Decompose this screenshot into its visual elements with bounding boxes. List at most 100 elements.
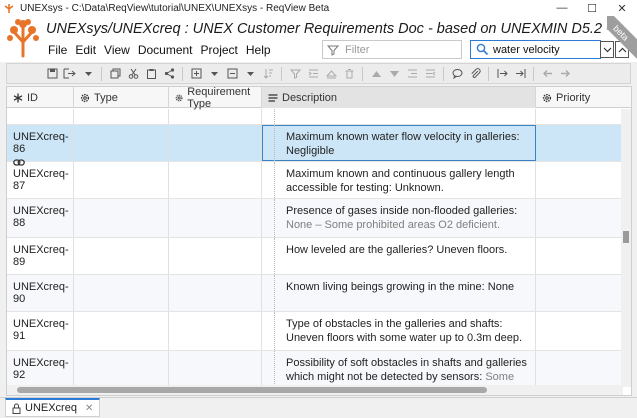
- cell-requirement-type[interactable]: [169, 199, 262, 237]
- table-row[interactable]: UNEXcreq-87 Maximum known and continuous…: [7, 162, 623, 199]
- toolbar-divider: [488, 66, 489, 81]
- cell-id[interactable]: UNEXcreq-90: [7, 275, 74, 311]
- indent-right-icon[interactable]: [421, 66, 439, 82]
- remove-icon[interactable]: [223, 66, 241, 82]
- column-header-row: ID Type Requirement Type Description Pri…: [7, 87, 631, 110]
- cell-type[interactable]: [74, 125, 169, 161]
- move-down-icon[interactable]: [385, 66, 403, 82]
- toolbar-divider: [362, 66, 363, 81]
- back-icon[interactable]: [538, 66, 556, 82]
- attach-icon[interactable]: [466, 66, 484, 82]
- cell-id[interactable]: UNEXcreq-91: [7, 312, 74, 350]
- column-header-priority[interactable]: Priority: [536, 87, 631, 108]
- search-icon: [476, 43, 489, 56]
- maximize-button[interactable]: ☐: [577, 0, 607, 16]
- cell-description[interactable]: How leveled are the galleries? Uneven fl…: [262, 238, 536, 274]
- forward-icon[interactable]: [556, 66, 574, 82]
- cell-priority[interactable]: [536, 162, 623, 198]
- tab-close-button[interactable]: ✕: [85, 403, 93, 414]
- cell-type[interactable]: [74, 275, 169, 311]
- cell-id[interactable]: UNEXcreq-86: [7, 125, 74, 166]
- delete-icon[interactable]: [340, 66, 358, 82]
- table-row[interactable]: UNEXcreq-91 Type of obstacles in the gal…: [7, 312, 623, 351]
- search-input[interactable]: water velocity: [470, 40, 601, 59]
- description-text: Presence of gases inside non-flooded gal…: [286, 205, 518, 217]
- cell-description[interactable]: Known living beings growing in the mine:…: [262, 275, 536, 311]
- row-id: UNEXcreq-91: [13, 318, 69, 342]
- table-row[interactable]: UNEXcreq-90 Known living beings growing …: [7, 275, 623, 312]
- row-id: UNEXcreq-89: [13, 244, 69, 268]
- cell-priority[interactable]: [536, 312, 623, 350]
- go-to-end-icon[interactable]: [511, 66, 529, 82]
- copy-icon[interactable]: [106, 66, 124, 82]
- cell-requirement-type[interactable]: [169, 238, 262, 274]
- column-header-type[interactable]: Type: [74, 87, 169, 108]
- cell-priority[interactable]: [536, 125, 623, 161]
- tab-unexcreq[interactable]: UNEXcreq ✕: [5, 398, 101, 417]
- table-row[interactable]: UNEXcreq-89 How leveled are the gallerie…: [7, 238, 623, 275]
- add-menu-icon[interactable]: [205, 66, 223, 82]
- cell-type[interactable]: [74, 199, 169, 237]
- cell-description[interactable]: Type of obstacles in the galleries and s…: [262, 312, 536, 350]
- horizontal-scroll-thumb[interactable]: [17, 387, 487, 393]
- description-text: Maximum known and continuous gallery len…: [286, 168, 515, 194]
- cut-icon[interactable]: [124, 66, 142, 82]
- column-header-id[interactable]: ID: [7, 87, 74, 108]
- cell-requirement-type[interactable]: [169, 162, 262, 198]
- menu-project[interactable]: Project: [197, 43, 242, 57]
- move-up-icon[interactable]: [367, 66, 385, 82]
- menu-view[interactable]: View: [100, 43, 134, 57]
- follow-link-icon[interactable]: [493, 66, 511, 82]
- share-icon[interactable]: [160, 66, 178, 82]
- menu-edit[interactable]: Edit: [71, 43, 100, 57]
- add-object-icon[interactable]: [187, 66, 205, 82]
- menu-document[interactable]: Document: [134, 43, 197, 57]
- sort-icon[interactable]: [259, 66, 277, 82]
- archive-icon[interactable]: [322, 66, 340, 82]
- filter-input[interactable]: Filter: [322, 40, 462, 59]
- remove-menu-icon[interactable]: [241, 66, 259, 82]
- minimize-button[interactable]: —: [547, 0, 577, 16]
- export-menu-icon[interactable]: [79, 66, 97, 82]
- cell-description[interactable]: Presence of gases inside non-flooded gal…: [262, 199, 536, 237]
- horizontal-scrollbar[interactable]: [7, 385, 623, 395]
- description-text: Known living beings growing in the mine:…: [286, 281, 515, 293]
- comment-icon[interactable]: [448, 66, 466, 82]
- table-row[interactable]: [7, 109, 623, 125]
- vertical-scroll-thumb[interactable]: [623, 231, 629, 243]
- row-id: UNEXcreq-92: [13, 357, 69, 381]
- cell-priority[interactable]: [536, 275, 623, 311]
- vertical-scrollbar[interactable]: [621, 109, 631, 387]
- cell-description[interactable]: Maximum known and continuous gallery len…: [262, 162, 536, 198]
- cell-requirement-type[interactable]: [169, 275, 262, 311]
- indent-icon[interactable]: [304, 66, 322, 82]
- cell-type[interactable]: [74, 312, 169, 350]
- outdent-icon[interactable]: [403, 66, 421, 82]
- cell-id[interactable]: UNEXcreq-87: [7, 162, 74, 198]
- cell-type[interactable]: [74, 162, 169, 198]
- cell-id[interactable]: UNEXcreq-89: [7, 238, 74, 274]
- paste-icon[interactable]: [142, 66, 160, 82]
- cell-priority[interactable]: [536, 199, 623, 237]
- cell-type[interactable]: [74, 238, 169, 274]
- description-text: How leveled are the galleries? Uneven fl…: [286, 244, 508, 256]
- cell-requirement-type[interactable]: [169, 312, 262, 350]
- cell-description[interactable]: Maximum known water flow velocity in gal…: [262, 125, 536, 161]
- close-button[interactable]: ✕: [607, 0, 637, 16]
- cell-requirement-type[interactable]: [169, 125, 262, 161]
- gear-icon: [80, 93, 90, 102]
- cell-priority[interactable]: [536, 238, 623, 274]
- beta-ribbon: beta: [607, 16, 637, 62]
- cell-id[interactable]: UNEXcreq-88: [7, 199, 74, 237]
- export-icon[interactable]: [61, 66, 79, 82]
- column-header-description[interactable]: Description: [262, 87, 536, 108]
- column-header-requirement-type[interactable]: Requirement Type: [169, 87, 262, 110]
- table-row[interactable]: UNEXcreq-88 Presence of gases inside non…: [7, 199, 623, 238]
- table-row[interactable]: UNEXcreq-86 Maximum known water flow vel…: [7, 125, 623, 166]
- text-lines-icon: [268, 93, 278, 102]
- save-icon[interactable]: [43, 66, 61, 82]
- menu-help[interactable]: Help: [242, 43, 275, 57]
- filter-rows-icon[interactable]: [286, 66, 304, 82]
- tab-label: UNEXcreq: [25, 402, 77, 414]
- menu-file[interactable]: File: [44, 43, 71, 57]
